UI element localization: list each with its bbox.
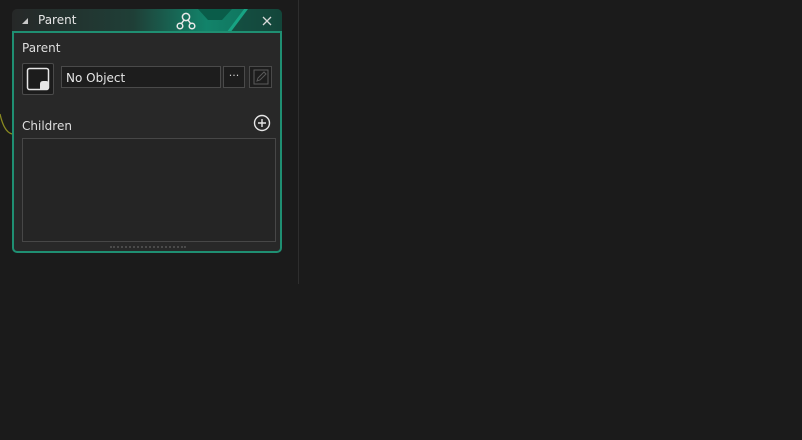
sprite-picker-button[interactable] — [22, 63, 54, 95]
add-circle-icon[interactable] — [252, 113, 272, 133]
panel-body: Parent No Object ··· Children — [12, 31, 282, 253]
parent-hierarchy-icon — [176, 12, 196, 30]
close-icon[interactable] — [262, 16, 272, 26]
parent-label: Parent — [22, 41, 61, 55]
edit-parent-button[interactable] — [249, 66, 272, 88]
panel-titlebar[interactable]: Parent — [12, 9, 282, 33]
children-list[interactable] — [22, 138, 276, 242]
sprite-icon — [26, 67, 50, 91]
collapse-arrow-icon[interactable] — [22, 18, 28, 24]
parent-object-field[interactable]: No Object — [61, 66, 221, 88]
panel-title: Parent — [38, 13, 77, 27]
children-label: Children — [22, 119, 72, 133]
resize-grip[interactable] — [110, 246, 186, 248]
editor-divider — [298, 0, 299, 284]
browse-parent-button[interactable]: ··· — [223, 66, 245, 88]
parent-panel: Parent Parent No Object ··· Children — [12, 9, 282, 253]
edit-icon — [253, 69, 269, 85]
